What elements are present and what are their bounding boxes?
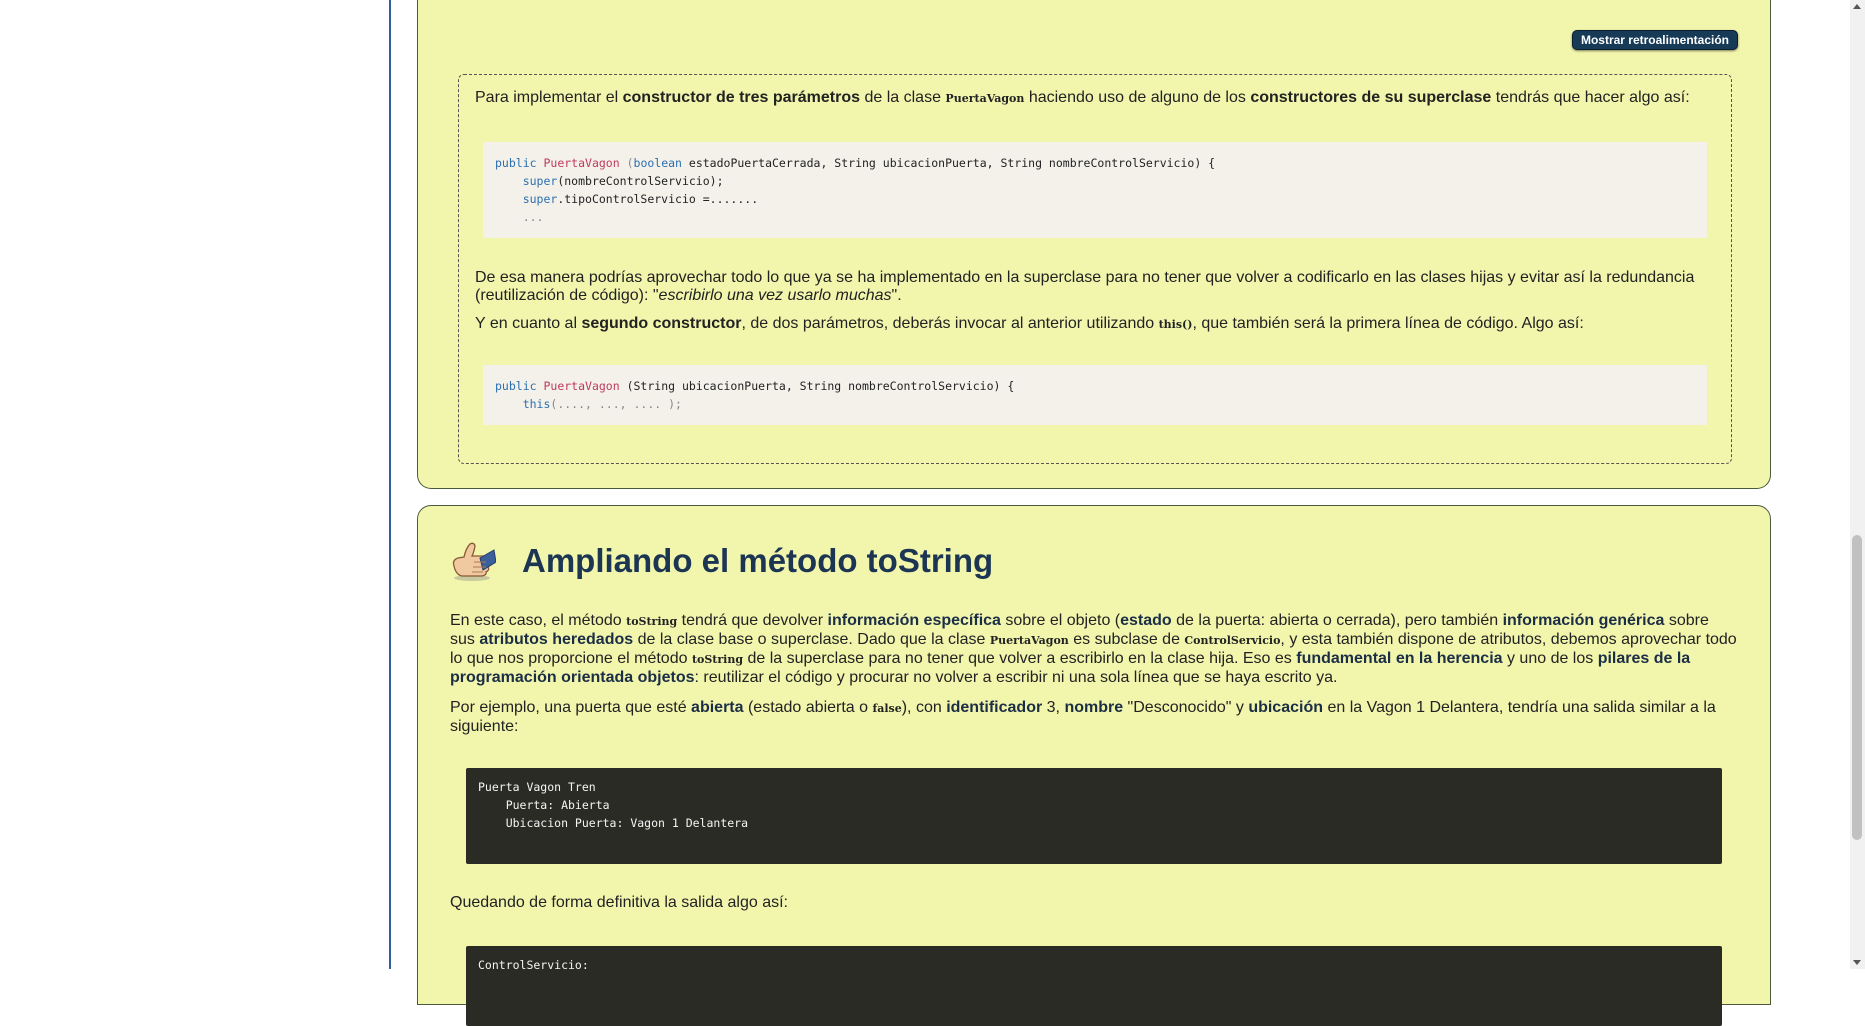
page-scrollbar[interactable] bbox=[1850, 0, 1865, 969]
scrollbar-thumb[interactable] bbox=[1852, 535, 1862, 840]
output-example-block: Puerta Vagon Tren Puerta: Abierta Ubicac… bbox=[466, 768, 1722, 864]
output-final-block: ControlServicio: bbox=[466, 946, 1722, 1026]
section-paragraph-2: Por ejemplo, una puerta que esté abierta… bbox=[450, 699, 1716, 735]
code-block-constructor-3: public PuertaVagon (boolean estadoPuerta… bbox=[483, 142, 1707, 238]
feedback-paragraph-1: Para implementar el constructor de tres … bbox=[475, 89, 1690, 106]
feedback-paragraph-3: Y en cuanto al segundo constructor, de d… bbox=[475, 315, 1584, 332]
feedback-box: Para implementar el constructor de tres … bbox=[458, 74, 1732, 464]
sidebar-divider bbox=[389, 0, 391, 969]
section-paragraph-3: Quedando de forma definitiva la salida a… bbox=[450, 894, 788, 911]
thumbs-up-hand-icon bbox=[452, 542, 496, 581]
left-sidebar bbox=[0, 0, 389, 969]
section-card: Ampliando el método toString En este cas… bbox=[417, 505, 1771, 1026]
section-paragraph-1: En este caso, el método toString tendrá … bbox=[450, 612, 1737, 686]
scroll-down-arrow-icon[interactable] bbox=[1853, 960, 1861, 965]
scroll-up-arrow-icon[interactable] bbox=[1853, 4, 1861, 9]
activity-card: Mostrar retroalimentación Para implement… bbox=[417, 0, 1771, 489]
feedback-paragraph-2: De esa manera podrías aprovechar todo lo… bbox=[475, 269, 1695, 304]
code-block-constructor-2: public PuertaVagon (String ubicacionPuer… bbox=[483, 365, 1707, 425]
show-feedback-button[interactable]: Mostrar retroalimentación bbox=[1571, 30, 1738, 50]
section-title: Ampliando el método toString bbox=[522, 542, 994, 579]
